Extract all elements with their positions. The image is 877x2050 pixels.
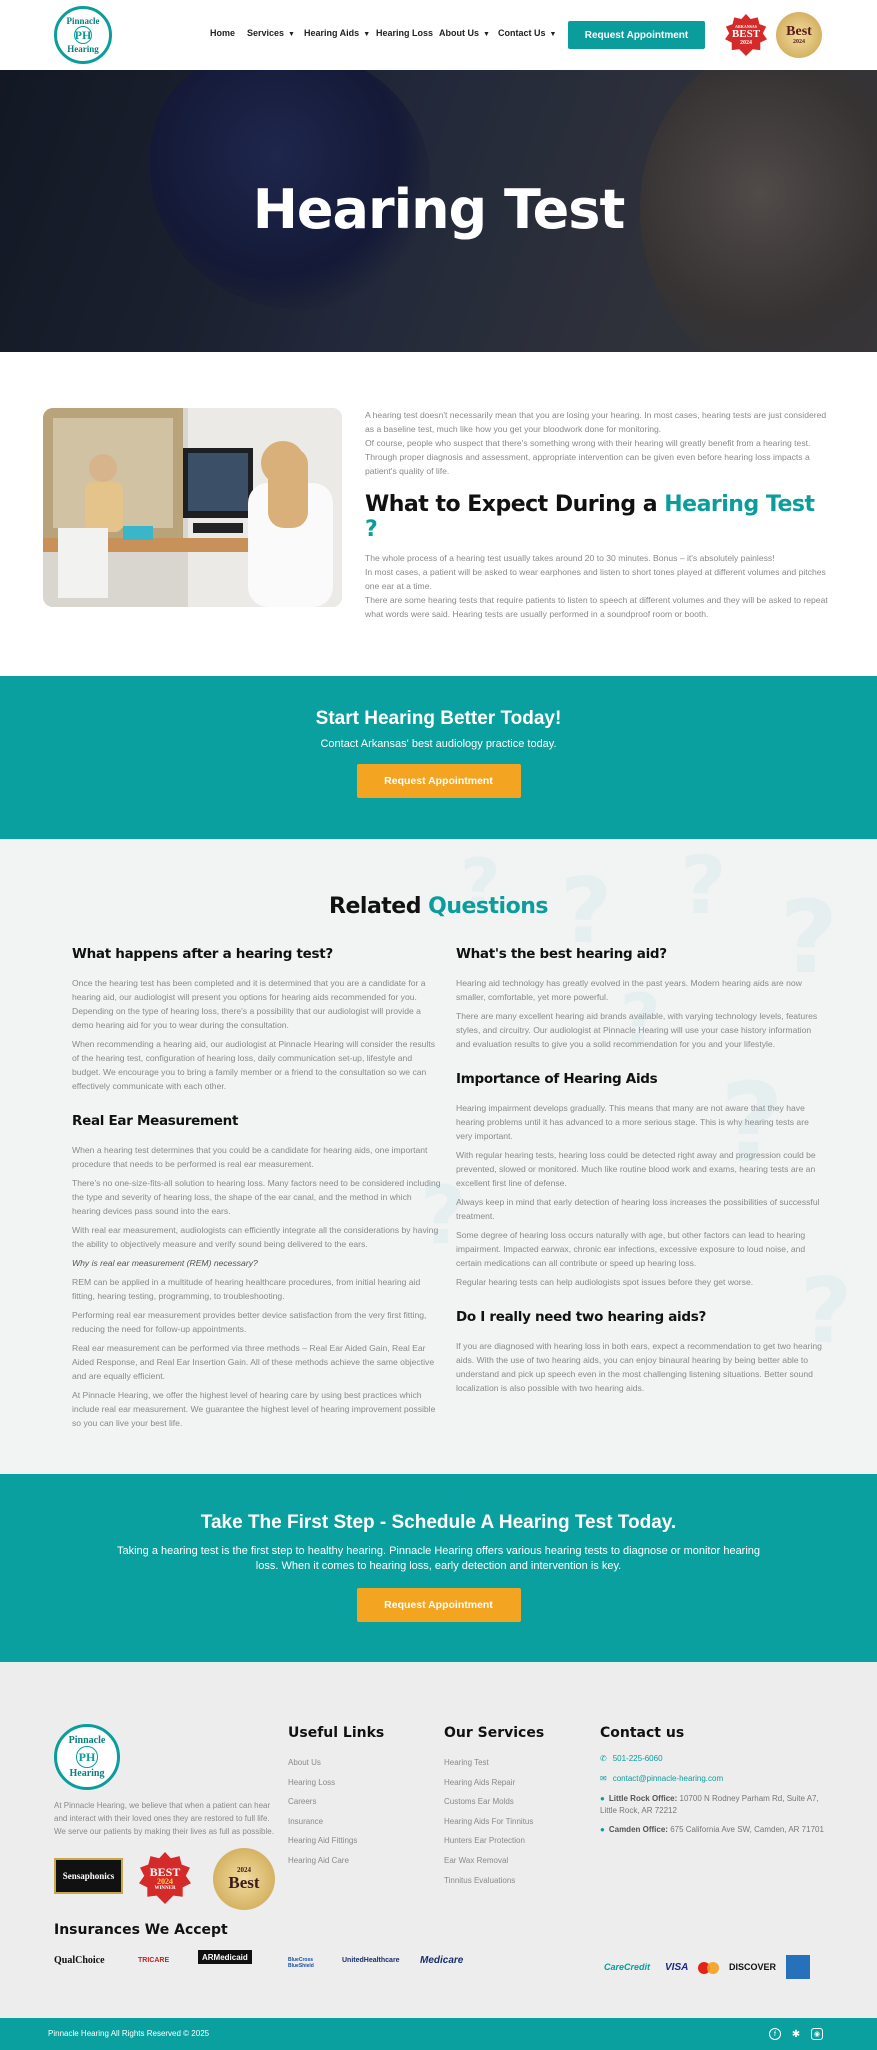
best-of-badge: Best 2024 bbox=[776, 12, 822, 58]
visa-logo: VISA bbox=[665, 1961, 689, 1973]
related-left-column: What happens after a hearing test? Once … bbox=[72, 946, 441, 1428]
expect-heading: What to Expect During a Hearing Test ? bbox=[365, 492, 815, 542]
question-heading: What happens after a hearing test? bbox=[72, 946, 333, 962]
intro-text: A hearing test doesn't necessarily mean … bbox=[365, 408, 828, 621]
carecredit-logo: CareCredit bbox=[604, 1962, 651, 1972]
expect-paragraph: There are some hearing tests that requir… bbox=[365, 595, 828, 619]
services-list: Hearing Test Hearing Aids Repair Customs… bbox=[444, 1758, 533, 1895]
footer-about: At Pinnacle Hearing, we believe that whe… bbox=[54, 1801, 274, 1836]
little-rock-address: ● Little Rock Office: 10700 N Rodney Parh… bbox=[600, 1794, 819, 1815]
best-winner-award: BEST 2024 WINNER bbox=[139, 1852, 191, 1904]
logo[interactable]: Pinnacle PH Hearing bbox=[54, 6, 112, 64]
bottom-bar: Pinnacle Hearing All Rights Reserved © 2… bbox=[0, 2018, 877, 2050]
footer-link[interactable]: Customs Ear Molds bbox=[444, 1797, 533, 1817]
contact-us-title: Contact us bbox=[600, 1725, 685, 1741]
request-appointment-button[interactable]: Request Appointment bbox=[568, 21, 705, 49]
cta-title: Start Hearing Better Today! bbox=[315, 708, 562, 729]
footer-link[interactable]: Hearing Aids Repair bbox=[444, 1778, 533, 1798]
intro-paragraph: A hearing test doesn't necessarily mean … bbox=[365, 410, 827, 434]
sensaphonics-award: Sensaphonics bbox=[54, 1858, 123, 1894]
nav-hearing-loss[interactable]: Hearing Loss bbox=[376, 28, 433, 38]
bluecross-logo: BlueCross BlueShield bbox=[288, 1957, 314, 1969]
nav-services[interactable]: Services ▼ bbox=[247, 28, 295, 38]
nav-about-us[interactable]: About Us ▼ bbox=[439, 28, 490, 38]
chevron-down-icon: ▼ bbox=[549, 31, 557, 38]
related-questions-section: ? ? ? ? ? ? ? ? Related Questions What h… bbox=[0, 839, 877, 1474]
expect-paragraph: The whole process of a hearing test usua… bbox=[365, 553, 775, 563]
request-appointment-button[interactable]: Request Appointment bbox=[356, 764, 521, 798]
location-pin-icon: ● bbox=[600, 1794, 605, 1803]
footer-link[interactable]: Insurance bbox=[288, 1817, 357, 1837]
footer-link[interactable]: Hearing Aid Care bbox=[288, 1856, 357, 1876]
arkansas-medicaid-logo: ARMedicaid bbox=[198, 1950, 252, 1964]
unitedhealthcare-logo: UnitedHealthcare bbox=[342, 1956, 400, 1964]
nav-hearing-aids[interactable]: Hearing Aids ▼ bbox=[304, 28, 370, 38]
useful-links-list: About Us Hearing Loss Careers Insurance … bbox=[288, 1758, 357, 1876]
facebook-icon[interactable]: f bbox=[769, 2028, 781, 2040]
page-title: Hearing Test bbox=[252, 178, 626, 241]
chevron-down-icon: ▼ bbox=[483, 31, 490, 38]
mastercard-logo bbox=[698, 1962, 722, 1974]
arkansas-best-badge: ARKANSAS BEST 2024 bbox=[725, 14, 767, 56]
intro-paragraph: Of course, people who suspect that there… bbox=[365, 438, 811, 476]
phone-link[interactable]: ✆ 501-225-6060 bbox=[600, 1754, 663, 1763]
question-heading: What's the best hearing aid? bbox=[456, 946, 667, 962]
site-footer: Pinnacle PH Hearing At Pinnacle Hearing,… bbox=[0, 1662, 877, 2018]
discover-logo: DISCOVER bbox=[729, 1962, 777, 1972]
footer-link[interactable]: Hearing Loss bbox=[288, 1778, 357, 1798]
nav-contact-us[interactable]: Contact Us ▼ bbox=[498, 28, 556, 38]
footer-link[interactable]: Hunters Ear Protection bbox=[444, 1836, 533, 1856]
site-header: Pinnacle PH Hearing Home Services ▼ Heari… bbox=[0, 0, 877, 70]
question-heading: Real Ear Measurement bbox=[72, 1113, 239, 1129]
camden-address: ● Camden Office: 675 California Ave SW, C… bbox=[600, 1825, 824, 1834]
footer-link[interactable]: Hearing Aids For Tinnitus bbox=[444, 1817, 533, 1837]
related-title: Related Questions bbox=[329, 894, 548, 919]
cta-subtitle: Contact Arkansas' best audiology practic… bbox=[320, 738, 557, 750]
location-pin-icon: ● bbox=[600, 1825, 605, 1834]
footer-logo[interactable]: Pinnacle PH Hearing bbox=[54, 1724, 120, 1790]
phone-icon: ✆ bbox=[600, 1754, 607, 1763]
medicare-logo: Medicare bbox=[420, 1954, 464, 1966]
cta-title: Take The First Step - Schedule A Hearing… bbox=[200, 1512, 677, 1533]
insurances-title: Insurances We Accept bbox=[54, 1922, 228, 1938]
question-heading: Importance of Hearing Aids bbox=[456, 1071, 658, 1087]
chevron-down-icon: ▼ bbox=[288, 31, 295, 38]
hearing-test-photo bbox=[43, 408, 342, 607]
best-of-award: 2024 Best bbox=[213, 1848, 275, 1910]
related-right-column: What's the best hearing aid? Hearing aid… bbox=[456, 946, 826, 1395]
tricare-logo: TRICARE bbox=[138, 1956, 170, 1964]
nav-home[interactable]: Home bbox=[210, 28, 235, 38]
our-services-title: Our Services bbox=[444, 1725, 545, 1741]
envelope-icon: ✉ bbox=[600, 1774, 607, 1783]
footer-link[interactable]: Careers bbox=[288, 1797, 357, 1817]
american-express-logo bbox=[786, 1955, 810, 1979]
question-heading: Do I really need two hearing aids? bbox=[456, 1309, 706, 1325]
footer-link[interactable]: About Us bbox=[288, 1758, 357, 1778]
footer-link[interactable]: Ear Wax Removal bbox=[444, 1856, 533, 1876]
yelp-icon[interactable]: ✱ bbox=[790, 2028, 802, 2040]
expect-paragraph: In most cases, a patient will be asked t… bbox=[365, 567, 826, 591]
copyright: Pinnacle Hearing All Rights Reserved © 2… bbox=[48, 2029, 210, 2038]
request-appointment-button[interactable]: Request Appointment bbox=[356, 1588, 521, 1622]
email-link[interactable]: ✉ contact@pinnacle-hearing.com bbox=[600, 1774, 723, 1783]
hero-banner: Hearing Test bbox=[0, 70, 877, 352]
useful-links-title: Useful Links bbox=[288, 1725, 385, 1741]
chevron-down-icon: ▼ bbox=[363, 31, 371, 38]
cta-section: Start Hearing Better Today! Contact Arka… bbox=[0, 676, 877, 839]
qualchoice-logo: QualChoice bbox=[54, 1954, 105, 1966]
footer-link[interactable]: Hearing Test bbox=[444, 1758, 533, 1778]
instagram-icon[interactable]: ◉ bbox=[811, 2028, 823, 2040]
cta-subtitle: Taking a hearing test is the first step … bbox=[116, 1545, 761, 1572]
schedule-cta-section: Take The First Step - Schedule A Hearing… bbox=[0, 1474, 877, 1662]
footer-link[interactable]: Tinnitus Evaluations bbox=[444, 1876, 533, 1896]
footer-link[interactable]: Hearing Aid Fittings bbox=[288, 1836, 357, 1856]
